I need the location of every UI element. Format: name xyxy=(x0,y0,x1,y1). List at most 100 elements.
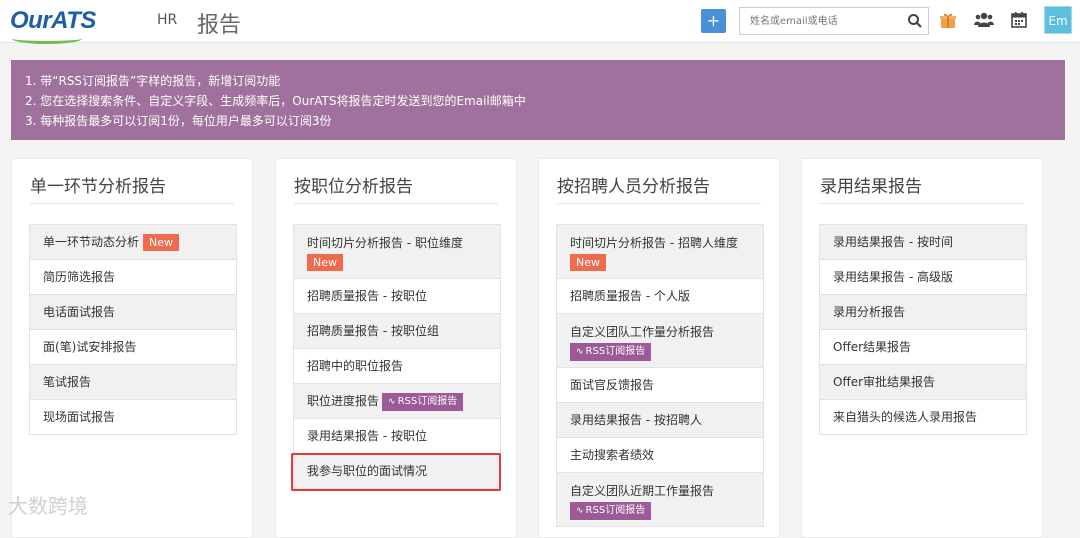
report-name: 时间切片分析报告 - 招聘人维度 xyxy=(570,236,738,250)
report-link[interactable]: 录用结果报告 - 按招聘人 xyxy=(557,403,763,438)
calendar-icon[interactable] xyxy=(1010,11,1028,29)
rss-icon: ∿ xyxy=(576,506,584,516)
report-link[interactable]: 招聘质量报告 - 按职位 xyxy=(294,279,500,314)
page-title: 报告 xyxy=(197,13,242,38)
ourats-logo[interactable]: OurATS xyxy=(10,7,96,44)
report-link[interactable]: 面试官反馈报告 xyxy=(557,368,763,403)
report-name: 主动搜索者绩效 xyxy=(570,448,655,462)
report-link-label: 招聘中的职位报告 xyxy=(307,359,403,373)
report-link[interactable]: 自定义团队近期工作量报告 ∿ RSS订阅报告 xyxy=(557,473,763,527)
users-icon[interactable] xyxy=(974,11,994,29)
panel-title: 录用结果报告 xyxy=(820,177,922,197)
report-link[interactable]: 招聘质量报告 - 按职位组 xyxy=(294,314,500,349)
report-link-label: 我参与职位的面试情况 xyxy=(307,464,427,478)
report-name: 招聘质量报告 - 个人版 xyxy=(570,289,690,303)
report-link-label: 招聘质量报告 - 按职位 xyxy=(307,289,427,303)
report-link[interactable]: 面(笔)试安排报告 xyxy=(30,330,236,365)
report-name: 单一环节动态分析 xyxy=(43,235,140,249)
rss-icon: ∿ xyxy=(388,396,396,407)
report-link-label: 现场面试报告 xyxy=(43,410,115,424)
report-link[interactable]: 笔试报告 xyxy=(30,365,236,400)
report-name: 录用分析报告 xyxy=(833,305,906,319)
report-name: 简历筛选报告 xyxy=(43,270,116,284)
report-link-label: 录用结果报告 - 按招聘人 xyxy=(570,413,702,427)
panel-title: 单一环节分析报告 xyxy=(30,177,166,197)
report-link[interactable]: 电话面试报告 xyxy=(30,295,236,330)
report-link[interactable]: 单一环节动态分析 New xyxy=(30,225,236,260)
report-link[interactable]: 录用结果报告 - 按时间 xyxy=(820,225,1026,260)
report-list: 单一环节动态分析 New 简历筛选报告电话面试报告面(笔)试安排报告 笔试报告现场面试… xyxy=(29,224,237,435)
report-link[interactable]: 简历筛选报告 xyxy=(30,260,236,295)
report-list: 录用结果报告 - 按时间录用结果报告 - 高级版录用分析报告 Offer结果报告 O… xyxy=(819,224,1027,435)
top-header: OurATS HR 报告 + Em xyxy=(0,0,1080,44)
report-name: 录用结果报告 - 按职位 xyxy=(307,429,427,443)
report-name: Offer结果报告 xyxy=(833,340,912,354)
notice-line: 1. 带“RSS订阅报告”字样的报告，新增订阅功能 xyxy=(25,74,281,88)
add-button[interactable]: + xyxy=(701,9,726,33)
report-link-label: 自定义团队工作量分析报告 ∿ RSS订阅报告 xyxy=(570,314,750,361)
report-link-label: 面试官反馈报告 xyxy=(570,378,654,392)
report-link[interactable]: 录用结果报告 - 按职位 xyxy=(294,419,500,454)
notice-line: 3. 每种报告最多可以订阅1份，每位用户最多可以订阅3份 xyxy=(25,114,332,128)
report-link[interactable]: 时间切片分析报告 - 职位维度 New xyxy=(294,225,500,279)
report-link-label: 录用结果报告 - 按职位 xyxy=(307,429,427,443)
report-name: 录用结果报告 - 按招聘人 xyxy=(570,413,702,427)
nav-hr-link[interactable]: HR xyxy=(157,12,177,28)
report-name: 招聘质量报告 - 按职位 xyxy=(307,289,427,303)
search-box[interactable] xyxy=(739,7,929,35)
report-panel: 录用结果报告录用结果报告 - 按时间录用结果报告 - 高级版录用分析报告 Offe… xyxy=(801,158,1043,538)
report-link[interactable]: 职位进度报告 ∿ RSS订阅报告 xyxy=(294,384,500,419)
report-link-label: 简历筛选报告 xyxy=(43,270,115,284)
report-name: 招聘质量报告 - 按职位组 xyxy=(307,324,439,338)
notice-banner: 1. 带“RSS订阅报告”字样的报告，新增订阅功能 2. 您在选择搜索条件、自定… xyxy=(11,60,1065,140)
report-link-label: 时间切片分析报告 - 职位维度 New xyxy=(307,225,487,271)
report-link[interactable]: Offer审批结果报告 xyxy=(820,365,1026,400)
report-name: 来自猎头的候选人录用报告 xyxy=(833,410,978,424)
gift-icon[interactable] xyxy=(939,11,957,29)
report-link-label: 录用结果报告 - 按时间 xyxy=(833,235,953,249)
report-panel: 单一环节分析报告单一环节动态分析 New 简历筛选报告电话面试报告面(笔)试安排报告… xyxy=(11,158,253,538)
panel-title: 按招聘人员分析报告 xyxy=(557,177,710,197)
panel-title: 按职位分析报告 xyxy=(294,177,413,197)
report-link-label: 来自猎头的候选人录用报告 xyxy=(833,410,977,424)
report-name: 面试官反馈报告 xyxy=(570,378,655,392)
search-icon[interactable] xyxy=(907,13,923,29)
report-link[interactable]: 招聘质量报告 - 个人版 xyxy=(557,279,763,314)
report-name: 笔试报告 xyxy=(43,375,92,389)
new-badge: New xyxy=(307,254,343,271)
report-link[interactable]: 自定义团队工作量分析报告 ∿ RSS订阅报告 xyxy=(557,314,763,368)
report-list: 时间切片分析报告 - 职位维度 New 招聘质量报告 - 按职位 招聘质量报告 - 按… xyxy=(293,224,501,489)
report-link-label: 主动搜索者绩效 xyxy=(570,448,654,462)
panel-divider xyxy=(294,203,498,204)
report-link-label: 自定义团队近期工作量报告 ∿ RSS订阅报告 xyxy=(570,473,750,520)
report-panel: 按招聘人员分析报告时间切片分析报告 - 招聘人维度 New 招聘质量报告 - 个人版… xyxy=(538,158,780,538)
report-list: 时间切片分析报告 - 招聘人维度 New 招聘质量报告 - 个人版自定义团队工作量分… xyxy=(556,224,764,527)
report-name: 职位进度报告 xyxy=(307,394,380,408)
rss-subscribe-badge: ∿ RSS订阅报告 xyxy=(382,392,464,411)
report-name: 录用结果报告 - 按时间 xyxy=(833,235,953,249)
report-link-label: Offer审批结果报告 xyxy=(833,375,935,389)
new-badge: New xyxy=(570,254,606,271)
report-panel: 按职位分析报告时间切片分析报告 - 职位维度 New 招聘质量报告 - 按职位 招聘质… xyxy=(275,158,517,538)
report-link[interactable]: 来自猎头的候选人录用报告 xyxy=(820,400,1026,435)
report-link-label: 时间切片分析报告 - 招聘人维度 New xyxy=(570,225,750,271)
rss-subscribe-badge: ∿ RSS订阅报告 xyxy=(570,343,652,361)
report-link[interactable]: 录用分析报告 xyxy=(820,295,1026,330)
user-avatar[interactable]: Em xyxy=(1044,6,1072,34)
report-link[interactable]: 主动搜索者绩效 xyxy=(557,438,763,473)
report-name: 面(笔)试安排报告 xyxy=(43,340,137,354)
report-name: 时间切片分析报告 - 职位维度 xyxy=(307,236,463,250)
report-link[interactable]: 时间切片分析报告 - 招聘人维度 New xyxy=(557,225,763,279)
report-link[interactable]: 招聘中的职位报告 xyxy=(294,349,500,384)
report-link[interactable]: Offer结果报告 xyxy=(820,330,1026,365)
search-input[interactable] xyxy=(740,8,922,34)
rss-subscribe-badge: ∿ RSS订阅报告 xyxy=(570,502,652,520)
report-link-label: 面(笔)试安排报告 xyxy=(43,340,136,354)
report-name: 自定义团队近期工作量报告 xyxy=(570,484,715,498)
report-link[interactable]: 我参与职位的面试情况 xyxy=(294,454,500,489)
rss-icon: ∿ xyxy=(576,347,584,357)
watermark: 大数跨境 xyxy=(8,494,88,518)
panel-divider xyxy=(820,203,1024,204)
report-link[interactable]: 现场面试报告 xyxy=(30,400,236,435)
report-link[interactable]: 录用结果报告 - 高级版 xyxy=(820,260,1026,295)
